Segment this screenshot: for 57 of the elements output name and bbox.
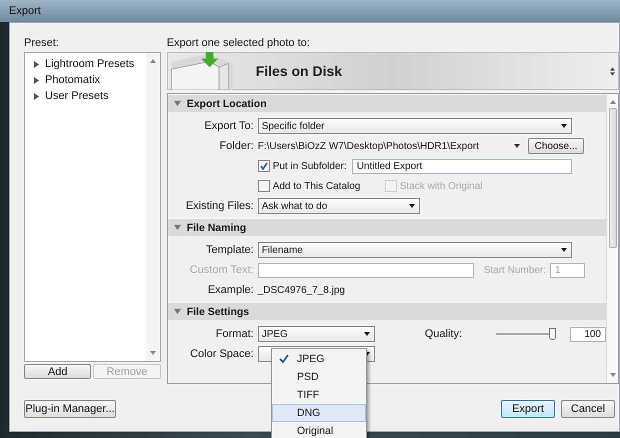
menu-item[interactable]: DNG xyxy=(272,404,366,422)
updown-arrows-icon xyxy=(610,67,615,76)
field-label: Template: xyxy=(205,244,254,256)
field-label: Existing Files: xyxy=(184,200,254,212)
quality-input[interactable]: 100 xyxy=(570,326,606,342)
example-filename: _DSC4976_7_8.jpg xyxy=(258,284,345,296)
collapse-arrow-icon xyxy=(174,100,181,107)
window-title: Export xyxy=(9,5,41,17)
check-icon xyxy=(258,161,269,171)
catalog-checkbox[interactable]: Add to This Catalog xyxy=(258,180,381,192)
scroll-down-icon[interactable] xyxy=(610,373,616,377)
menu-item[interactable]: TIFF xyxy=(272,386,366,404)
folder-path: F:\Users\BiOzZ W7\Desktop\Photos\HDR1\Export xyxy=(258,140,479,152)
field-label: Format: xyxy=(214,328,254,340)
subfolder-checkbox[interactable]: Put in Subfolder: xyxy=(258,160,348,172)
section-header[interactable]: Export Location xyxy=(168,95,606,112)
field-label: Custom Text: xyxy=(188,264,254,276)
plugin-manager-button[interactable]: Plug-in Manager... xyxy=(24,400,116,418)
field-label: Quality: xyxy=(424,328,462,340)
section-header[interactable]: File Naming xyxy=(168,219,606,236)
destination-banner[interactable]: Files on Disk xyxy=(166,52,619,90)
menu-item[interactable]: PSD xyxy=(272,368,366,386)
custom-text-input[interactable] xyxy=(258,262,474,278)
check-icon xyxy=(279,354,289,364)
preset-button[interactable]: Add xyxy=(24,364,92,379)
preset-item[interactable]: User Presets xyxy=(33,88,143,104)
collapse-arrow-icon xyxy=(174,224,181,231)
field-label: Example: xyxy=(206,284,254,296)
field-label: Export To: xyxy=(203,120,254,132)
disk-drive-icon xyxy=(170,52,234,90)
export-to-dropdown[interactable]: Specific folder xyxy=(258,118,572,134)
scroll-down-icon[interactable] xyxy=(150,351,156,355)
existing-files-dropdown[interactable]: Ask what to do xyxy=(258,198,420,214)
field-label: Folder: xyxy=(218,140,254,152)
preset-item[interactable]: Lightroom Presets xyxy=(33,56,143,72)
dialog-button[interactable]: Export xyxy=(501,400,555,418)
template-dropdown[interactable]: Filename xyxy=(258,242,572,258)
expand-arrow-icon xyxy=(33,60,40,68)
field-label: Color Space: xyxy=(189,348,254,360)
scroll-up-icon[interactable] xyxy=(150,59,156,63)
menu-item[interactable]: Original xyxy=(272,422,366,438)
expand-arrow-icon xyxy=(33,76,40,84)
caret-icon[interactable] xyxy=(514,144,520,148)
menu-item[interactable]: JPEG xyxy=(272,350,366,368)
collapse-arrow-icon xyxy=(174,308,181,315)
preset-item[interactable]: Photomatix xyxy=(33,72,143,88)
section-header[interactable]: File Settings xyxy=(168,303,606,320)
destination-label: Export one selected photo to: xyxy=(166,37,311,49)
dialog-button[interactable]: Cancel xyxy=(561,400,615,418)
preset-label: Preset: xyxy=(24,37,60,49)
expand-arrow-icon xyxy=(33,92,40,100)
scroll-up-icon[interactable] xyxy=(610,100,616,104)
subfolder-input[interactable]: Untitled Export xyxy=(352,158,572,174)
field-label: Start Number: xyxy=(484,264,546,276)
choose-button[interactable]: Choose... xyxy=(528,138,584,154)
format-dropdown[interactable]: JPEG xyxy=(258,326,375,342)
scrollbar-thumb[interactable] xyxy=(608,108,616,248)
